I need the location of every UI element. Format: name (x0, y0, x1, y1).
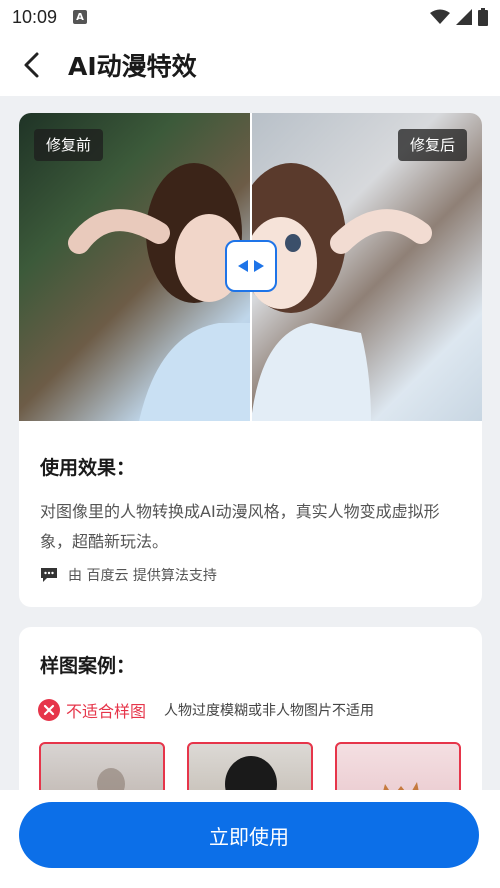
usage-description: 对图像里的人物转换成AI动漫风格，真实人物变成虚拟形象，超酷新玩法。 (40, 502, 440, 551)
chat-bubble-icon (41, 568, 57, 582)
before-label: 修复前 (34, 129, 104, 161)
after-label: 修复后 (397, 129, 467, 161)
use-now-button[interactable]: 立即使用 (19, 802, 479, 868)
battery-icon (478, 8, 488, 26)
arrow-left-icon (238, 260, 248, 272)
status-bar: 10:09 A (0, 0, 500, 34)
unsuitable-row: 不适合样图 人物过度模糊或非人物图片不适用 (38, 698, 374, 722)
arrow-right-icon (254, 260, 264, 272)
back-arrow-icon (24, 52, 39, 78)
effect-card: 修复前 修复后 使用效果： 对图像里的人物转换成AI动漫风格，真实人物变成虚拟形… (19, 113, 482, 607)
back-button[interactable] (0, 34, 62, 96)
wifi-icon (430, 9, 450, 24)
app-bar: AI动漫特效 (0, 34, 500, 96)
error-x-icon (38, 699, 60, 721)
before-after-compare[interactable]: 修复前 修复后 (19, 113, 482, 421)
provider-text: 由 百度云 提供算法支持 (68, 568, 217, 584)
bottom-action-bar: 立即使用 (0, 790, 500, 888)
status-time: 10:09 (12, 6, 58, 27)
usage-title: 使用效果： (40, 457, 136, 479)
cell-signal-icon (456, 9, 472, 25)
provider-info: 由 百度云 提供算法支持 (40, 565, 217, 585)
samples-title: 样图案例： (40, 655, 136, 677)
page-title: AI动漫特效 (68, 52, 197, 81)
status-icons (430, 8, 488, 26)
unsuitable-note: 人物过度模糊或非人物图片不适用 (164, 703, 375, 719)
notification-icon: A (73, 10, 88, 24)
unsuitable-label: 不适合样图 (66, 702, 147, 721)
compare-slider-handle[interactable] (225, 240, 277, 292)
